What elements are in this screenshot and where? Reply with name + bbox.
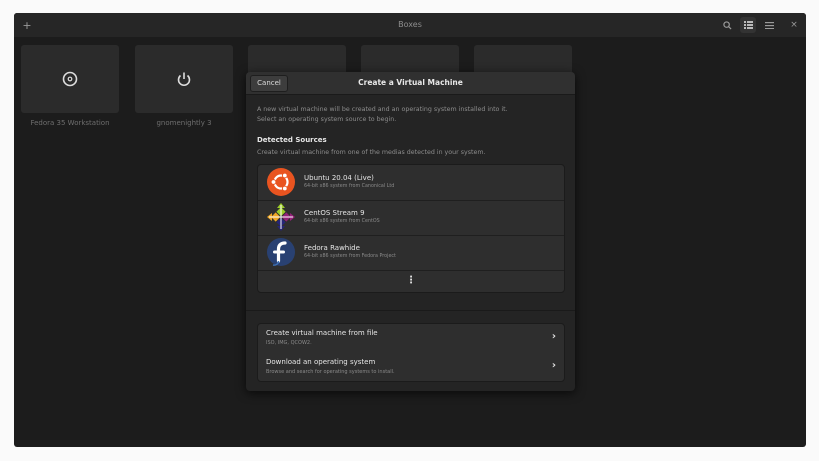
close-icon[interactable]: ×	[787, 17, 801, 33]
intro-line: Select an operating system source to beg…	[257, 115, 397, 123]
centos-logo-icon	[267, 203, 295, 231]
chevron-right-icon: ›	[551, 360, 556, 371]
create-vm-dialog: Create a Virtual Machine Cancel A new vi…	[246, 72, 575, 391]
header-bar: + Boxes ×	[14, 13, 806, 37]
ubuntu-logo-icon	[267, 168, 295, 196]
source-row-fedora[interactable]: Fedora Rawhide 64-bit x86 system from Fe…	[258, 235, 564, 271]
dialog-header: Create a Virtual Machine Cancel	[246, 72, 575, 95]
action-title: Download an operating system	[266, 358, 376, 366]
action-subtitle: Browse and search for operating systems …	[266, 369, 395, 375]
vm-tile-fedora[interactable]	[21, 45, 119, 113]
hamburger-menu-icon[interactable]	[761, 17, 777, 33]
source-name: Ubuntu 20.04 (Live)	[304, 174, 374, 182]
dialog-title: Create a Virtual Machine	[358, 78, 463, 87]
show-more-button[interactable]: ⋮	[258, 271, 564, 291]
vm-label: gnomenightly 3	[156, 119, 212, 127]
detected-sources-title: Detected Sources	[257, 136, 327, 144]
source-desc: 64-bit x86 system from CentOS	[304, 219, 380, 224]
fedora-logo-icon	[267, 238, 295, 266]
source-desc: 64-bit x86 system from Canonical Ltd	[304, 184, 395, 189]
vm-tile-gnomenightly[interactable]	[135, 45, 233, 113]
vm-label: Fedora 35 Workstation	[30, 119, 110, 127]
grid-view-icon[interactable]	[740, 17, 756, 33]
action-subtitle: ISO, IMG, QCOW2.	[266, 340, 312, 346]
source-name: CentOS Stream 9	[304, 209, 365, 217]
create-from-file-row[interactable]: Create virtual machine from file ISO, IM…	[258, 324, 564, 352]
search-icon[interactable]	[720, 17, 734, 33]
dialog-intro: A new virtual machine will be created an…	[257, 105, 557, 124]
cancel-button[interactable]: Cancel	[250, 75, 288, 92]
source-name: Fedora Rawhide	[304, 244, 360, 252]
action-title: Create virtual machine from file	[266, 329, 378, 337]
download-os-row[interactable]: Download an operating system Browse and …	[258, 353, 564, 381]
detected-sources-list: Ubuntu 20.04 (Live) 64-bit x86 system fr…	[257, 164, 565, 293]
window-title: Boxes	[398, 20, 422, 29]
power-icon	[177, 72, 191, 87]
disc-icon	[62, 71, 78, 87]
source-desc: 64-bit x86 system from Fedora Project	[304, 254, 396, 259]
actions-list: Create virtual machine from file ISO, IM…	[257, 323, 565, 382]
source-row-centos[interactable]: CentOS Stream 9 64-bit x86 system from C…	[258, 200, 564, 236]
source-row-ubuntu[interactable]: Ubuntu 20.04 (Live) 64-bit x86 system fr…	[258, 165, 564, 201]
dialog-divider	[246, 310, 575, 311]
intro-line: A new virtual machine will be created an…	[257, 106, 508, 113]
detected-sources-subtitle: Create virtual machine from one of the m…	[257, 149, 486, 156]
chevron-right-icon: ›	[551, 331, 556, 342]
